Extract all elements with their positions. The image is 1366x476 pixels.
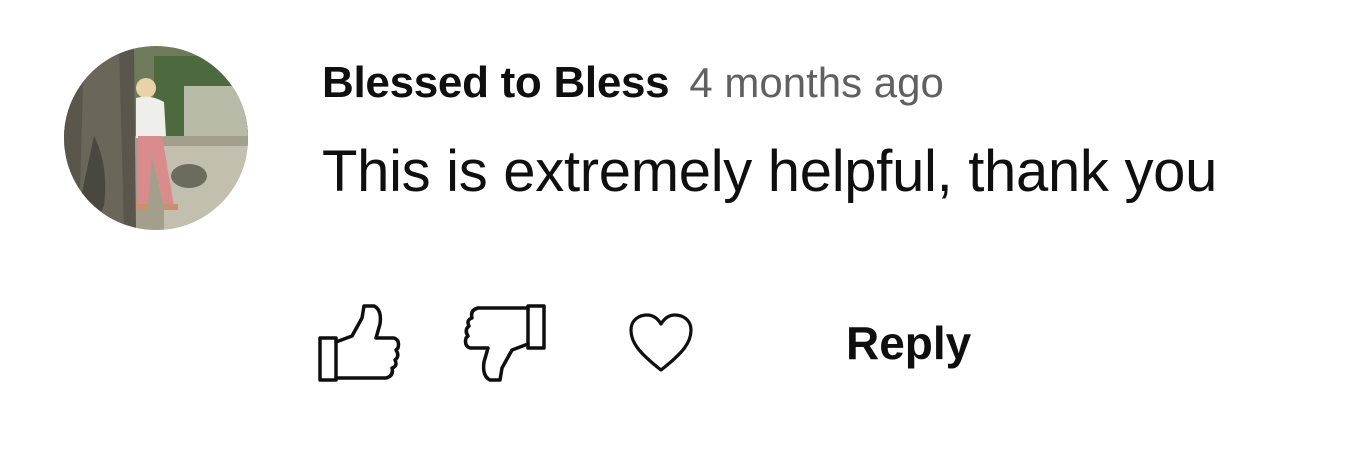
comment-text: This is extremely helpful, thank you [322,139,1218,204]
author-name[interactable]: Blessed to Bless [322,58,670,108]
heart-button[interactable] [616,300,706,386]
comment-timestamp[interactable]: 4 months ago [689,59,944,107]
thumbs-down-icon [463,304,546,382]
heart-icon [629,313,693,372]
comment-actions: Reply [314,300,971,386]
like-button[interactable] [314,300,404,386]
avatar[interactable] [64,46,248,230]
thumbs-up-icon [318,304,401,382]
reply-button[interactable]: Reply [846,316,971,370]
comment-thread: Blessed to Bless 4 months ago This is ex… [0,0,1366,476]
avatar-image [64,46,248,230]
dislike-button[interactable] [460,300,550,386]
comment-header: Blessed to Bless 4 months ago [322,58,1346,108]
comment-body: Blessed to Bless 4 months ago This is ex… [322,58,1346,205]
